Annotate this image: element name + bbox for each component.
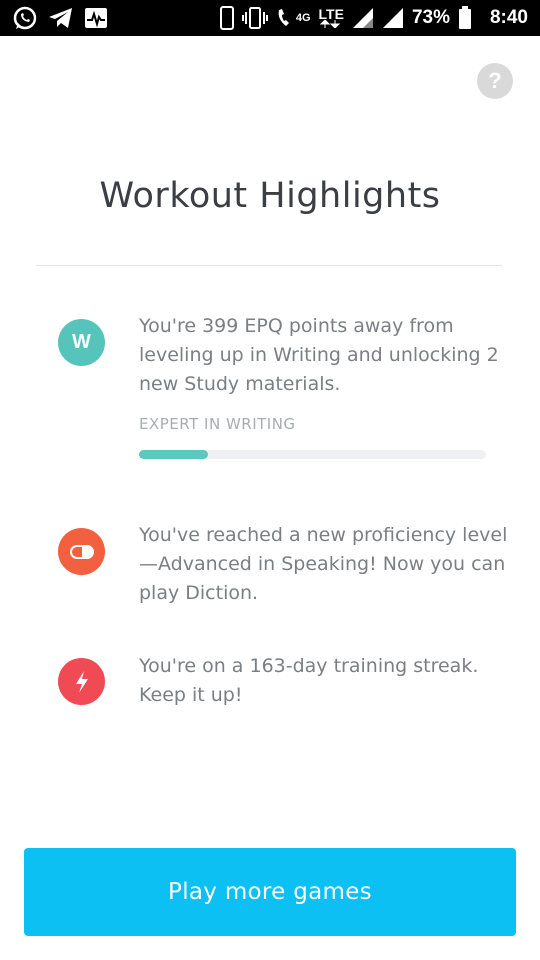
- phone-icon: [219, 6, 234, 30]
- clock-time: 8:40: [489, 7, 528, 28]
- battery-icon: [458, 6, 472, 30]
- highlight-text: You're 399 EPQ points away from leveling…: [139, 315, 499, 395]
- signal-icon: [352, 7, 374, 29]
- skill-caption: EXPERT IN WRITING: [139, 415, 296, 433]
- whatsapp-icon: [12, 5, 38, 31]
- signal-icon: [382, 7, 404, 29]
- badge-letter: W: [72, 331, 91, 353]
- progress-bar: [139, 450, 486, 459]
- lte-indicator: LTE: [318, 5, 344, 28]
- wifi-calling-icon: 4G: [276, 7, 311, 29]
- highlight-text: You've reached a new proficiency level—A…: [139, 524, 508, 604]
- status-bar: 4G LTE 73% 8:40: [0, 0, 540, 36]
- telegram-icon: [48, 7, 74, 29]
- vibrate-icon: [241, 6, 268, 30]
- highlight-text: You're on a 163-day training streak. Kee…: [139, 655, 479, 706]
- speaking-icon: [58, 528, 105, 575]
- play-more-games-button[interactable]: Play more games: [24, 848, 516, 936]
- lightning-icon: [58, 658, 105, 705]
- lte-label: LTE: [318, 5, 344, 22]
- progress-bar-fill: [139, 450, 209, 459]
- network-type-label: 4G: [295, 11, 311, 24]
- question-icon: ?: [488, 68, 502, 93]
- help-button[interactable]: ?: [477, 63, 513, 99]
- page-title: Workout Highlights: [99, 176, 441, 216]
- writing-badge-icon: W: [58, 319, 105, 366]
- activity-icon: [84, 7, 108, 29]
- battery-percent: 73%: [411, 7, 450, 28]
- divider: [36, 265, 502, 266]
